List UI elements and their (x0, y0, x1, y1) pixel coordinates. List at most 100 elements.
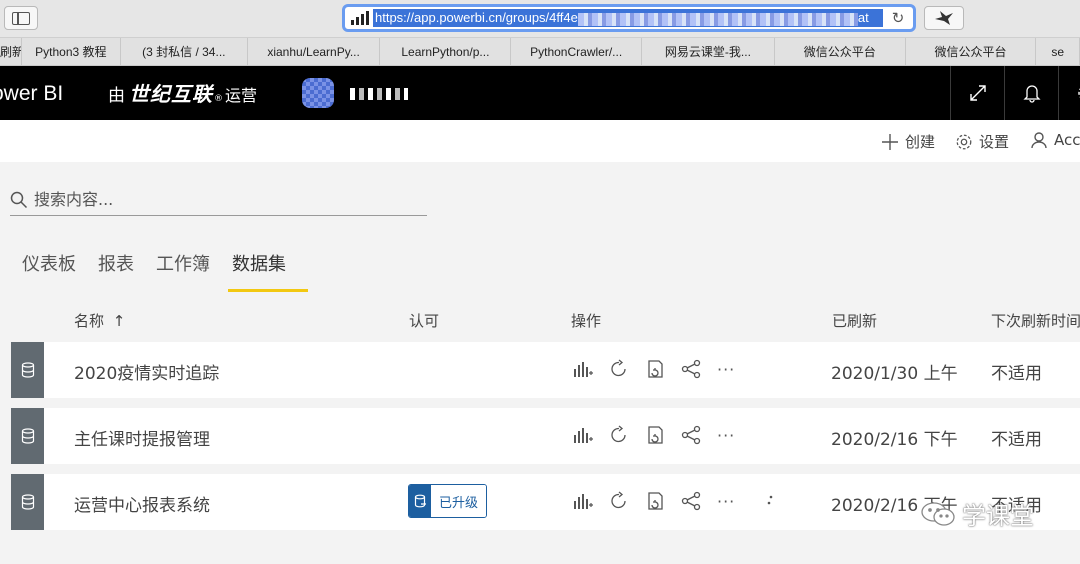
operator-suffix: 运营 (225, 86, 258, 105)
refresh-icon (611, 359, 626, 377)
share-icon (681, 425, 701, 445)
refresh-icon (611, 491, 626, 509)
tab-0[interactable]: 仪表板 (12, 248, 86, 292)
share-button[interactable] (681, 425, 717, 445)
row-actions: ··· (573, 491, 753, 511)
extension-button[interactable] (924, 6, 964, 30)
row-type-indicator (11, 342, 44, 398)
table-row[interactable]: 2020疫情实时追踪 ··· 2020/1/30 上午 不适用 (11, 342, 1080, 398)
address-bar[interactable]: https://app.powerbi.cn/groups/4ff4e at ↻ (342, 4, 916, 32)
column-header-refreshed[interactable]: 已刷新 (832, 310, 877, 331)
search-input[interactable] (34, 190, 414, 209)
action-bar: 创建 设置 Acc (0, 120, 1080, 162)
row-actions: ··· (573, 425, 753, 445)
sidebar-icon (12, 11, 30, 25)
url-redacted (577, 12, 858, 26)
browser-toolbar: https://app.powerbi.cn/groups/4ff4e at ↻ (0, 0, 1080, 38)
fullscreen-button[interactable] (950, 66, 1004, 120)
refreshed-time: 2020/1/30 上午 (831, 364, 958, 384)
more-options-button[interactable]: ··· (717, 426, 753, 445)
bookmark-item[interactable]: 微信公众平台 (906, 38, 1037, 65)
user-name-redacted (350, 88, 408, 100)
refresh-icon (611, 425, 626, 443)
settings-label: 设置 (979, 133, 1010, 151)
row-type-indicator (11, 408, 44, 464)
schedule-refresh-button[interactable] (645, 359, 681, 379)
dataset-name[interactable]: 主任课时提报管理 (74, 425, 210, 450)
sidebar-toggle-button[interactable] (4, 6, 38, 30)
more-options-button[interactable]: ··· (717, 360, 753, 379)
gear-icon (956, 134, 972, 149)
share-button[interactable] (681, 491, 717, 511)
next-refresh-time: 不适用 (991, 364, 1042, 384)
bookmark-item[interactable]: se (1036, 38, 1080, 65)
create-report-icon (574, 494, 593, 509)
bookmark-item[interactable]: 刷新 (0, 38, 22, 65)
more-options-button[interactable]: ··· (717, 492, 753, 511)
refresh-button[interactable] (609, 425, 645, 445)
share-icon (681, 491, 701, 511)
notifications-button[interactable] (1004, 66, 1058, 120)
operator-registered: ® (214, 94, 223, 104)
content-tabs: 仪表板 报表 工作簿 数据集 (12, 248, 308, 292)
table-row[interactable]: 主任课时提报管理 ··· 2020/2/16 下午 不适用 (11, 408, 1080, 464)
operator-name: 世纪互联 (129, 82, 213, 106)
create-report-button[interactable] (573, 426, 609, 444)
bookmark-item[interactable]: xianhu/LearnPy... (248, 38, 381, 65)
watermark-text: 学课堂 (962, 502, 1034, 530)
promoted-icon (409, 485, 431, 517)
tab-2[interactable]: 工作簿 (146, 248, 220, 292)
url-text: https://app.powerbi.cn/groups/4ff4e at (373, 9, 883, 27)
bookmark-item[interactable]: (3 封私信 / 34... (121, 38, 248, 65)
person-icon (1031, 132, 1047, 149)
expand-icon (969, 85, 986, 101)
schedule-refresh-button[interactable] (645, 491, 681, 511)
avatar[interactable] (302, 78, 334, 108)
operator-logo: 由 世纪互联 ® 运营 (108, 78, 257, 107)
bookmark-item[interactable]: 微信公众平台 (775, 38, 906, 65)
account-label: Acc (1054, 131, 1080, 149)
reload-icon[interactable]: ↻ (889, 9, 907, 27)
refresh-button[interactable] (609, 491, 645, 511)
operator-prefix: 由 (108, 86, 125, 106)
dataset-name[interactable]: 运营中心报表系统 (74, 491, 210, 516)
settings-button[interactable]: 设置 (955, 131, 1009, 152)
create-button[interactable]: 创建 (881, 131, 935, 152)
schedule-refresh-icon (648, 492, 663, 510)
column-header-next-refresh[interactable]: 下次刷新时间 (991, 310, 1080, 331)
create-label: 创建 (905, 133, 936, 151)
tab-1[interactable]: 报表 (88, 248, 144, 292)
create-report-button[interactable] (573, 360, 609, 378)
settings-menu-button[interactable] (1058, 66, 1080, 120)
more-vertical-icon[interactable] (767, 492, 773, 511)
schedule-refresh-button[interactable] (645, 425, 681, 445)
gear-icon (1077, 87, 1080, 99)
share-button[interactable] (681, 359, 717, 379)
column-header-name[interactable]: 名称 ↑ (74, 310, 125, 331)
plus-icon (882, 133, 898, 150)
bird-icon (935, 11, 953, 25)
create-report-icon (574, 428, 593, 443)
share-icon (681, 359, 701, 379)
sort-ascending-icon: ↑ (112, 312, 126, 330)
row-type-indicator (11, 474, 44, 530)
bookmark-item[interactable]: Python3 教程 (22, 38, 121, 65)
create-report-button[interactable] (573, 492, 609, 510)
account-button[interactable]: Acc (1030, 131, 1080, 149)
refreshed-time: 2020/2/16 下午 (831, 430, 958, 450)
dataset-icon (21, 362, 34, 378)
search-icon (10, 191, 28, 208)
bookmark-item[interactable]: 网易云课堂-我... (642, 38, 775, 65)
app-brand[interactable]: ower BI (0, 82, 63, 106)
endorsement-label: 已升级 (431, 485, 487, 517)
column-name-label: 名称 (74, 312, 105, 330)
bookmark-item[interactable]: PythonCrawler/... (511, 38, 643, 65)
tab-3[interactable]: 数据集 (222, 248, 308, 292)
bookmark-item[interactable]: LearnPython/p... (380, 38, 512, 65)
row-actions: ··· (573, 359, 753, 379)
refresh-button[interactable] (609, 359, 645, 379)
dataset-name[interactable]: 2020疫情实时追踪 (74, 359, 219, 384)
search-box (10, 184, 427, 216)
endorsement-badge: 已升级 (408, 484, 488, 518)
bell-icon (1022, 85, 1041, 103)
